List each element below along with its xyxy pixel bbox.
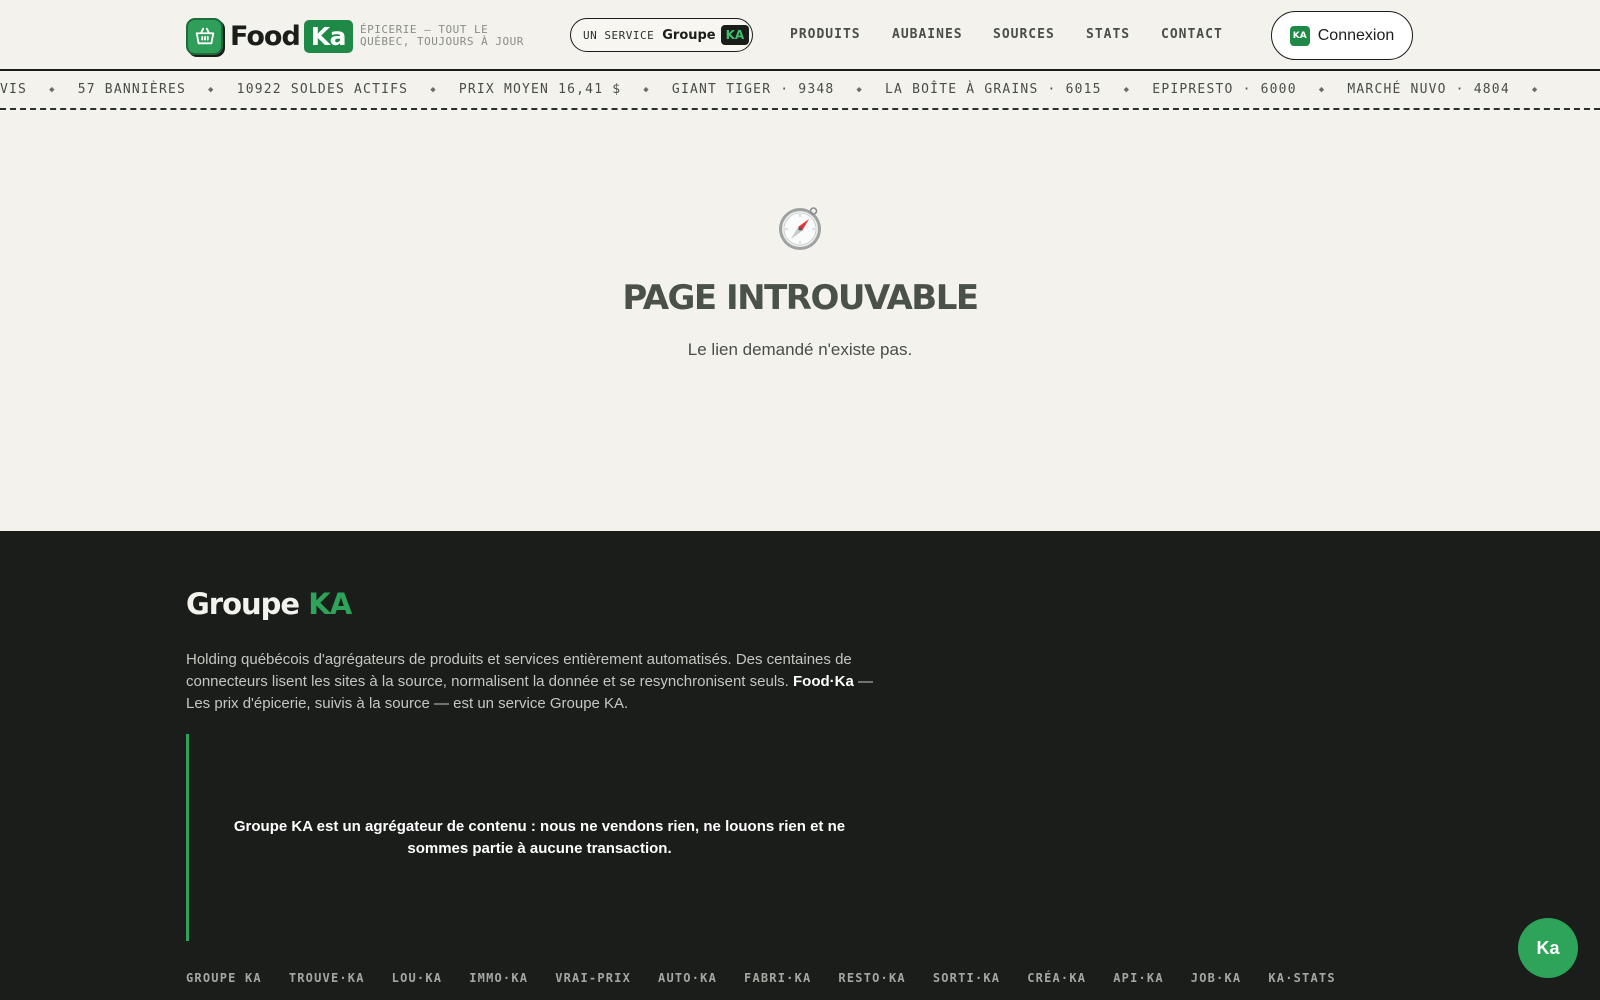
footer-description: Holding québécois d'agrégateurs de produ… — [186, 649, 896, 715]
ticker-track: VIS ◆ 57 BANNIÈRES ◆ 10922 SOLDES ACTIFS ◆ PRI… — [0, 82, 1560, 97]
ticker-item: VIS — [0, 82, 28, 97]
footer-link[interactable]: TROUVE·KA — [289, 971, 365, 985]
logo-food-text: Food — [230, 20, 301, 52]
site-tagline: ÉPICERIE — TOUT LE QUÉBEC, TOUJOURS À JO… — [360, 24, 560, 48]
disclaimer-text: Groupe KA est un agrégateur de contenu :… — [233, 817, 846, 857]
footer-link[interactable]: CRÉA·KA — [1027, 971, 1086, 985]
stats-ticker: VIS ◆ 57 BANNIÈRES ◆ 10922 SOLDES ACTIFS ◆ PRI… — [0, 72, 1600, 110]
connexion-button[interactable]: KA Connexion — [1271, 11, 1413, 60]
connexion-label: Connexion — [1317, 26, 1395, 44]
page-title: PAGE INTROUVABLE — [622, 278, 979, 318]
page-subtitle: Le lien demandé n'existe pas. — [687, 340, 913, 359]
footer-link[interactable]: AUTO·KA — [658, 971, 717, 985]
compass-icon — [779, 207, 821, 250]
footer-link[interactable]: FABRI·KA — [744, 971, 811, 985]
nav-sources[interactable]: SOURCES — [993, 27, 1055, 42]
footer-brand-groupe: Groupe — [186, 587, 300, 621]
footer-link[interactable]: IMMO·KA — [469, 971, 528, 985]
diamond-icon: ◆ — [1123, 85, 1131, 95]
site-header: Food Ka ÉPICERIE — TOUT LE QUÉBEC, TOUJO… — [0, 0, 1600, 71]
ticker-item: MARCHÉ NUVO · 4804 — [1347, 82, 1510, 97]
chat-fab-button[interactable]: Ka — [1518, 918, 1578, 978]
disclaimer-quote: Groupe KA est un agrégateur de contenu :… — [186, 734, 890, 941]
nav-stats[interactable]: STATS — [1086, 27, 1130, 42]
ticker-item: LA BOÎTE À GRAINS · 6015 — [885, 82, 1102, 97]
footer-link[interactable]: SORTI·KA — [933, 971, 1000, 985]
ticker-item: EPIPRESTO · 6000 — [1152, 82, 1297, 97]
footer-link[interactable]: API·KA — [1113, 971, 1164, 985]
main-content — [0, 111, 1600, 531]
footer-link[interactable]: LOU·KA — [392, 971, 443, 985]
nav-aubaines[interactable]: AUBAINES — [892, 27, 963, 42]
footer-desc-brand: Food·Ka — [793, 673, 854, 690]
ka-badge-icon: KA — [1289, 25, 1310, 46]
ticker-item: 57 BANNIÈRES — [77, 82, 187, 97]
logo-ka-text: Ka — [303, 19, 354, 53]
footer-link[interactable]: JOB·KA — [1191, 971, 1242, 985]
ticker-item: GIANT TIGER · 9348 — [671, 82, 835, 97]
diamond-icon: ◆ — [856, 85, 864, 95]
footer-brand[interactable]: Groupe KA — [186, 587, 352, 621]
service-badge[interactable]: UN SERVICE Groupe KA — [570, 18, 753, 52]
diamond-icon: ◆ — [1318, 85, 1326, 95]
diamond-icon: ◆ — [208, 85, 215, 95]
footer-brand-ka: KA — [308, 587, 352, 621]
ticker-item: 10922 SOLDES ACTIFS — [236, 82, 409, 97]
site-footer: Groupe KA Holding québécois d'agrégateur… — [0, 531, 1600, 1000]
diamond-icon: ◆ — [430, 85, 437, 95]
ticker-item: PRIX MOYEN 16,41 $ — [458, 82, 622, 97]
footer-link[interactable]: KA·STATS — [1268, 971, 1335, 985]
diamond-icon: ◆ — [49, 85, 56, 95]
basket-icon — [186, 17, 223, 55]
diamond-icon: ◆ — [643, 85, 650, 95]
diamond-icon: ◆ — [1531, 85, 1539, 95]
footer-desc-part1: Holding québécois d'agrégateurs de produ… — [186, 651, 852, 690]
nav-produits[interactable]: PRODUITS — [790, 27, 861, 42]
footer-links: GROUPE KA TROUVE·KA LOU·KA IMMO·KA VRAI-PRIX… — [186, 971, 1363, 985]
service-ka-text: KA — [720, 25, 750, 45]
footer-link[interactable]: VRAI-PRIX — [555, 971, 631, 985]
service-groupe-text: Groupe — [662, 27, 716, 43]
tagline-line-2: QUÉBEC, TOUJOURS À JOUR — [360, 35, 524, 48]
footer-link[interactable]: GROUPE KA — [186, 971, 262, 985]
site-logo[interactable]: Food Ka — [186, 17, 354, 55]
service-pre-text: UN SERVICE — [583, 28, 655, 42]
nav-contact[interactable]: CONTACT — [1161, 27, 1223, 42]
footer-link[interactable]: RESTO·KA — [838, 971, 905, 985]
